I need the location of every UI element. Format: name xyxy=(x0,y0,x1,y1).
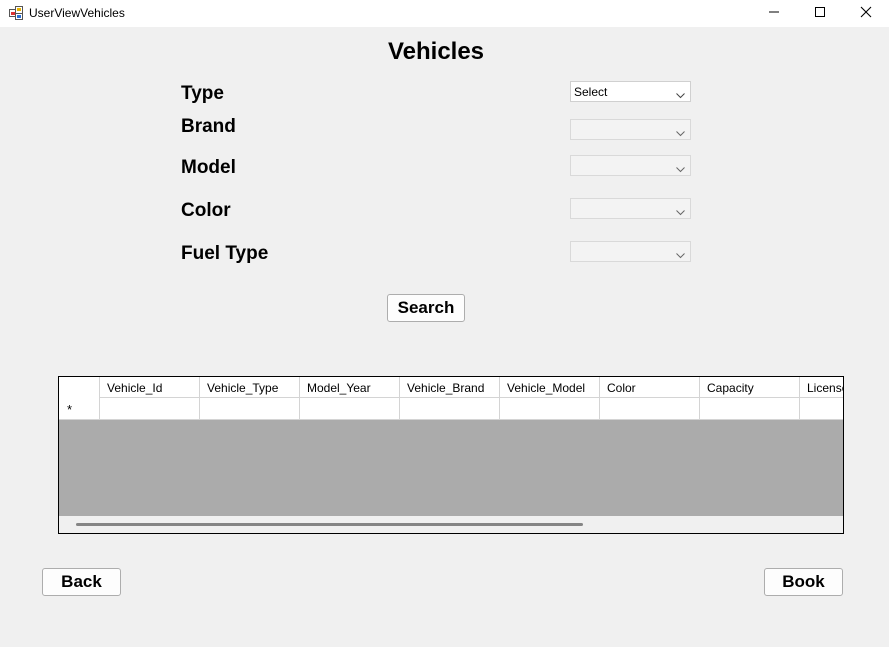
chevron-down-icon xyxy=(676,248,685,262)
close-icon xyxy=(860,5,872,23)
app-window: UserViewVehicles Vehicles Type Brand Mod… xyxy=(0,0,889,647)
brand-label: Brand xyxy=(181,116,236,137)
type-dropdown-value: Select xyxy=(574,85,608,99)
chevron-down-icon xyxy=(676,126,685,140)
grid-corner-cell[interactable] xyxy=(59,377,100,398)
vehicles-grid[interactable]: Vehicle_Id Vehicle_Type Model_Year Vehic… xyxy=(58,376,844,534)
maximize-button[interactable] xyxy=(797,0,843,27)
table-cell[interactable] xyxy=(100,398,200,420)
type-dropdown[interactable]: Select xyxy=(570,81,691,102)
chevron-down-icon xyxy=(676,162,685,176)
minimize-button[interactable] xyxy=(751,0,797,27)
minimize-icon xyxy=(768,5,780,23)
table-cell[interactable] xyxy=(700,398,800,420)
title-bar[interactable]: UserViewVehicles xyxy=(0,0,889,27)
type-label: Type xyxy=(181,83,224,104)
table-cell[interactable] xyxy=(600,398,700,420)
chevron-down-icon xyxy=(676,88,685,102)
brand-dropdown[interactable] xyxy=(570,119,691,140)
table-cell[interactable] xyxy=(500,398,600,420)
table-row[interactable]: * xyxy=(59,398,843,420)
new-row-marker[interactable]: * xyxy=(59,398,100,420)
column-header-vehicle-id[interactable]: Vehicle_Id xyxy=(100,377,200,398)
grid-header: Vehicle_Id Vehicle_Type Model_Year Vehic… xyxy=(59,377,843,398)
fuel-type-label: Fuel Type xyxy=(181,243,269,264)
horizontal-scrollbar[interactable] xyxy=(59,516,843,533)
chevron-down-icon xyxy=(676,205,685,219)
search-button[interactable]: Search xyxy=(387,294,465,322)
scrollbar-thumb[interactable] xyxy=(76,523,583,526)
page-title: Vehicles xyxy=(387,38,485,65)
column-header-vehicle-brand[interactable]: Vehicle_Brand xyxy=(400,377,500,398)
column-header-license[interactable]: License xyxy=(800,377,843,398)
color-label: Color xyxy=(181,200,231,221)
close-button[interactable] xyxy=(843,0,889,27)
color-dropdown[interactable] xyxy=(570,198,691,219)
table-cell[interactable] xyxy=(400,398,500,420)
maximize-icon xyxy=(814,5,826,23)
book-button[interactable]: Book xyxy=(764,568,843,596)
column-header-capacity[interactable]: Capacity xyxy=(700,377,800,398)
fuel-type-dropdown[interactable] xyxy=(570,241,691,262)
table-cell[interactable] xyxy=(300,398,400,420)
app-window-icon xyxy=(9,6,23,20)
column-header-vehicle-type[interactable]: Vehicle_Type xyxy=(200,377,300,398)
column-header-vehicle-model[interactable]: Vehicle_Model xyxy=(500,377,600,398)
table-cell[interactable] xyxy=(800,398,843,420)
column-header-model-year[interactable]: Model_Year xyxy=(300,377,400,398)
back-button[interactable]: Back xyxy=(42,568,121,596)
table-cell[interactable] xyxy=(200,398,300,420)
model-dropdown[interactable] xyxy=(570,155,691,176)
column-header-color[interactable]: Color xyxy=(600,377,700,398)
model-label: Model xyxy=(181,157,236,178)
window-title: UserViewVehicles xyxy=(29,6,125,20)
